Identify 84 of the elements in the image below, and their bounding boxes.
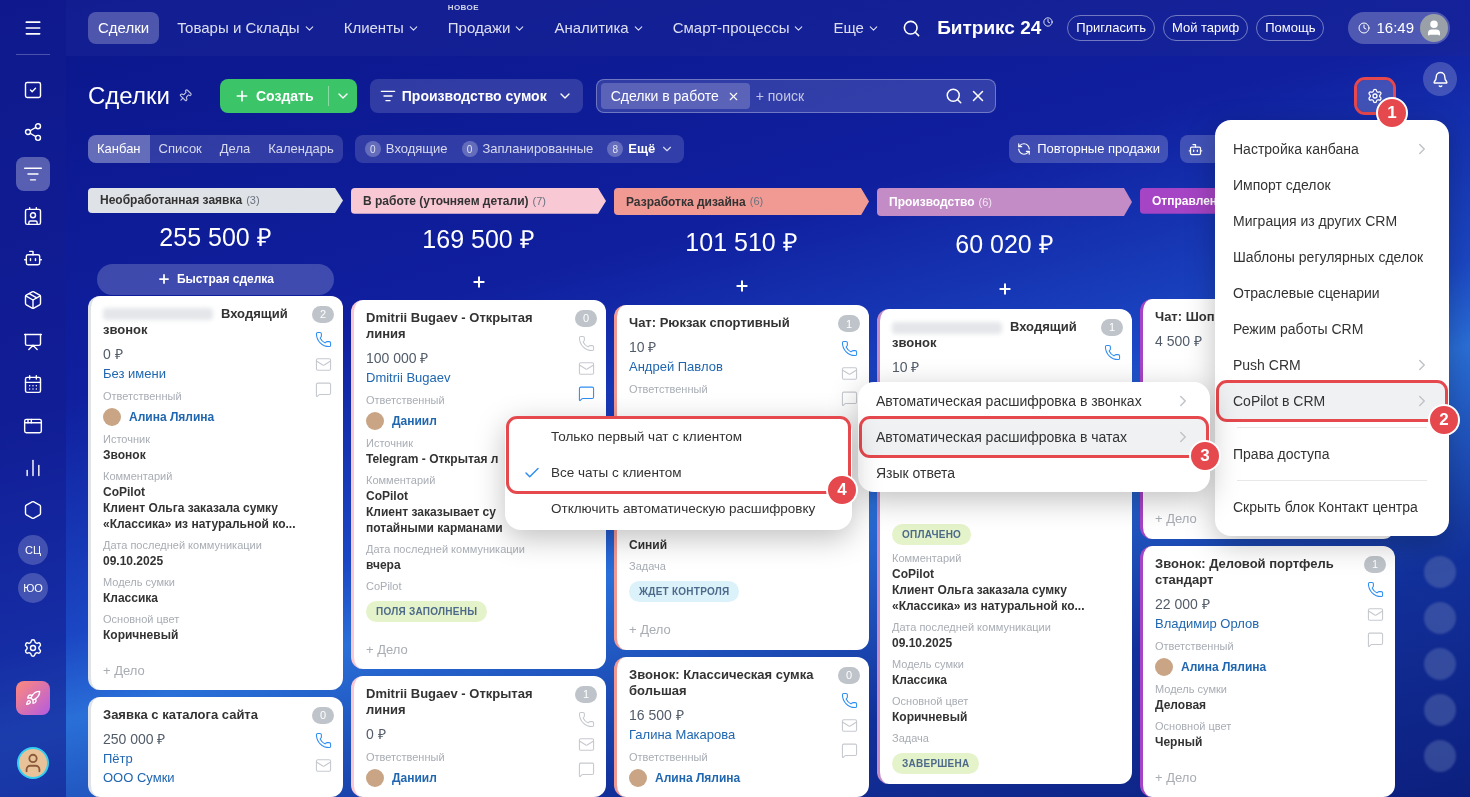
field-label: Ответственный — [366, 392, 445, 408]
stage-title: В работе (уточняем детали) — [363, 192, 529, 210]
stage-title: Разработка дизайна — [626, 193, 746, 211]
status-badge: ЖДЕТ КОНТРОЛЯ — [629, 581, 740, 603]
field-value: Клиент Ольга заказала сумку «Классика» из натуральной ко... — [892, 582, 1086, 614]
field-label: Дата последней коммуникации — [103, 537, 262, 553]
field-value: 09.10.2025 — [892, 635, 953, 651]
counter-value: 0 — [364, 141, 381, 157]
field-label: Комментарий — [366, 472, 436, 488]
field-label: Задача — [629, 559, 666, 575]
field-label: Модель сумки — [892, 657, 964, 672]
deal-amount: 100 000 ₽ — [366, 348, 430, 368]
step-number-badge: 1 — [1376, 97, 1408, 129]
field-value: потайными карманами — [366, 519, 503, 536]
activity-counter: 1 — [1101, 319, 1123, 336]
field-label: Ответственный — [629, 750, 708, 765]
field-label: Задача — [892, 731, 929, 746]
stage-count: (7) — [532, 193, 546, 209]
field-value: Классика — [892, 672, 948, 688]
field-value: Черный — [1155, 733, 1203, 750]
activity-counter: 0 — [312, 707, 334, 724]
deal-amount: 0 ₽ — [103, 344, 124, 364]
deal-amount: 22 000 ₽ — [1155, 594, 1211, 614]
stage-title: Отправлен — [1152, 192, 1218, 210]
field-label: Ответственный — [366, 750, 445, 765]
activity-counter: 2 — [312, 305, 334, 323]
status-badge: ОПЛАЧЕНО — [892, 524, 972, 545]
deal-amount: 250 000 ₽ — [103, 730, 167, 749]
field-value: Классика — [103, 589, 159, 606]
field-label: Дата последней коммуникации — [366, 541, 525, 557]
counter-value: 8 — [607, 141, 624, 157]
deal-amount: 10 ₽ — [629, 338, 658, 358]
field-label: Модель сумки — [103, 574, 175, 590]
field-label: Комментарий — [892, 551, 962, 566]
field-value: CoPilot — [892, 566, 934, 582]
activity-counter: 0 — [838, 667, 860, 684]
stage-title: Производство — [889, 194, 975, 211]
step-number-badge: 4 — [826, 474, 858, 506]
field-value: Клиент заказывает су — [366, 503, 496, 520]
stage-total: 60 020 ₽ — [955, 228, 1054, 260]
field-value: 09.10.2025 — [103, 552, 164, 569]
field-value: Коричневый — [103, 626, 179, 643]
status-badge: ПОЛЯ ЗАПОЛНЕНЫ — [366, 600, 488, 622]
field-value: Деловая — [1155, 696, 1207, 713]
field-label: Основной цвет — [892, 694, 969, 709]
field-value: Telegram - Открытая л — [366, 450, 499, 467]
stage-count: (6) — [978, 194, 993, 210]
field-value: Коричневый — [892, 709, 968, 725]
deal-amount: 4 500 ₽ — [1155, 332, 1203, 351]
field-label: CoPilot — [366, 578, 402, 594]
field-label: Модель сумки — [1155, 681, 1227, 697]
field-label: Основной цвет — [103, 611, 180, 627]
stage-total: 255 500 ₽ — [159, 222, 272, 254]
field-value: вчера — [366, 556, 401, 573]
field-value: CoPilot — [366, 487, 408, 504]
activity-counter: 0 — [575, 309, 597, 327]
page-title: Сделки — [88, 81, 170, 111]
field-label: Ответственный — [1155, 638, 1234, 654]
field-value: Звонок — [103, 446, 146, 463]
stage-title: Необработанная заявка — [100, 192, 243, 210]
deal-amount: 16 500 ₽ — [629, 706, 685, 725]
field-label: Источник — [103, 431, 150, 447]
stage-count: (3) — [246, 193, 260, 209]
stage-total: 169 500 ₽ — [422, 224, 535, 256]
field-label: Ответственный — [103, 388, 182, 404]
field-label: Комментарий — [103, 468, 173, 484]
status-badge: ЗАВЕРШЕНА — [892, 753, 980, 774]
field-label: Дата последней коммуникации — [892, 620, 1051, 635]
activity-counter: 1 — [838, 315, 860, 333]
field-value: Клиент Ольга заказала сумку «Классика» из натуральной ко... — [103, 499, 297, 532]
field-label: Основной цвет — [1155, 718, 1232, 734]
deal-amount: 10 ₽ — [892, 358, 921, 377]
field-value: Синий — [629, 537, 668, 554]
step-number-badge: 2 — [1428, 404, 1460, 436]
new-label: НОВОЕ — [447, 2, 479, 14]
deal-amount: 0 ₽ — [366, 725, 387, 744]
stage-total: 101 510 ₽ — [685, 227, 798, 259]
field-label: Источник — [366, 435, 413, 451]
activity-counter: 1 — [575, 686, 597, 703]
field-label: Ответственный — [629, 382, 708, 398]
counter-value: 0 — [461, 141, 478, 157]
field-value: CoPilot — [103, 483, 145, 500]
stage-count: (6) — [749, 194, 764, 210]
activity-counter: 1 — [1364, 555, 1386, 573]
